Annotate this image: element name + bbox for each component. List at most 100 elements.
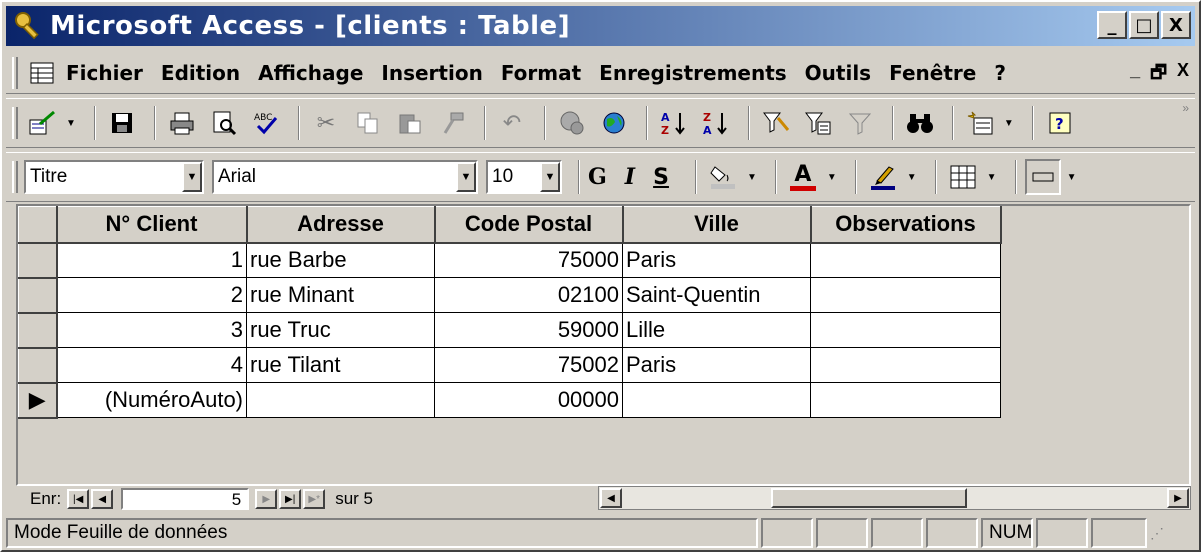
col-header-ville[interactable]: Ville: [622, 206, 812, 244]
help-icon[interactable]: ?: [1042, 105, 1078, 141]
menu-grip[interactable]: [12, 56, 18, 89]
print-preview-icon[interactable]: [206, 105, 242, 141]
table-row[interactable]: 2 rue Minant 02100 Saint-Quentin: [18, 277, 1001, 314]
cell-code-postal[interactable]: 75000: [434, 242, 623, 278]
cell-client[interactable]: 3: [56, 312, 247, 348]
special-effect-icon[interactable]: [1024, 159, 1061, 195]
italic-button[interactable]: I: [625, 164, 635, 190]
cell-code-postal[interactable]: 00000: [434, 382, 623, 418]
chevron-down-icon[interactable]: ▼: [540, 162, 560, 192]
table-doc-icon[interactable]: [24, 55, 60, 91]
datasheet-grid[interactable]: N° Client Adresse Code Postal Ville Obse…: [16, 204, 1191, 486]
gridlines-icon[interactable]: [945, 159, 981, 195]
line-color-icon[interactable]: [865, 159, 901, 195]
sort-descending-icon[interactable]: ZA: [698, 105, 734, 141]
cell-adresse[interactable]: [246, 382, 435, 418]
chevron-down-icon[interactable]: ▼: [1067, 172, 1077, 183]
cut-icon[interactable]: ✂: [308, 105, 344, 141]
cell-code-postal[interactable]: 02100: [434, 277, 623, 313]
chevron-down-icon[interactable]: ▼: [747, 172, 757, 183]
cell-ville[interactable]: [622, 382, 811, 418]
cell-ville[interactable]: Lille: [622, 312, 811, 348]
cell-client[interactable]: 4: [56, 347, 247, 383]
object-select[interactable]: Titre ▼: [24, 160, 204, 194]
fill-color-icon[interactable]: [705, 159, 741, 195]
apply-filter-icon[interactable]: [842, 105, 878, 141]
cell-code-postal[interactable]: 75002: [434, 347, 623, 383]
cell-ville[interactable]: Paris: [622, 242, 811, 278]
print-icon[interactable]: [164, 105, 200, 141]
chevron-down-icon[interactable]: ▼: [987, 172, 997, 183]
col-header-code-postal[interactable]: Code Postal: [434, 206, 624, 244]
chevron-down-icon[interactable]: ▼: [1004, 118, 1014, 129]
menu-format[interactable]: Format: [501, 61, 581, 85]
format-painter-icon[interactable]: [434, 105, 470, 141]
paste-icon[interactable]: [392, 105, 428, 141]
record-number-input[interactable]: 5: [121, 488, 250, 510]
table-row[interactable]: 4 rue Tilant 75002 Paris: [18, 347, 1001, 384]
filter-by-selection-icon[interactable]: [758, 105, 794, 141]
font-color-icon[interactable]: A: [785, 159, 821, 195]
sort-ascending-icon[interactable]: AZ: [656, 105, 692, 141]
bold-button[interactable]: G: [588, 164, 607, 190]
mdi-minimize-button[interactable]: _: [1130, 60, 1140, 90]
insert-hyperlink-icon[interactable]: [554, 105, 590, 141]
select-all-corner[interactable]: [18, 206, 58, 244]
new-record-icon[interactable]: [962, 105, 998, 141]
last-record-button[interactable]: ▶|: [279, 489, 302, 509]
new-record-button[interactable]: ▶*: [303, 489, 326, 509]
underline-button[interactable]: S: [653, 165, 669, 190]
previous-record-button[interactable]: ◀: [91, 489, 114, 509]
scroll-left-arrow-icon[interactable]: ◀: [600, 488, 622, 508]
chevron-down-icon[interactable]: ▼: [66, 118, 76, 129]
font-select[interactable]: Arial ▼: [212, 160, 478, 194]
close-button[interactable]: X: [1161, 11, 1191, 39]
row-selector[interactable]: [18, 277, 58, 314]
next-record-button[interactable]: ▶: [255, 489, 278, 509]
cell-adresse[interactable]: rue Barbe: [246, 242, 435, 278]
toolbar-grip[interactable]: [12, 161, 18, 193]
cell-adresse[interactable]: rue Minant: [246, 277, 435, 313]
cell-observations[interactable]: [810, 242, 1001, 278]
table-row-new[interactable]: ▶ (NuméroAuto) 00000: [18, 382, 1001, 419]
font-size-select[interactable]: 10 ▼: [486, 160, 562, 194]
minimize-button[interactable]: _: [1097, 11, 1127, 39]
filter-by-form-icon[interactable]: [800, 105, 836, 141]
scroll-right-arrow-icon[interactable]: ▶: [1167, 488, 1189, 508]
menu-affichage[interactable]: Affichage: [258, 61, 363, 85]
copy-icon[interactable]: [350, 105, 386, 141]
cell-observations[interactable]: [810, 382, 1001, 418]
cell-client[interactable]: (NuméroAuto): [56, 382, 247, 418]
table-row[interactable]: 1 rue Barbe 75000 Paris: [18, 242, 1001, 279]
resize-grip-icon[interactable]: ⋰: [1150, 525, 1164, 542]
cell-adresse[interactable]: rue Tilant: [246, 347, 435, 383]
scroll-thumb[interactable]: [771, 488, 967, 508]
col-header-observations[interactable]: Observations: [810, 206, 1002, 244]
spelling-icon[interactable]: ABC: [248, 105, 284, 141]
cell-ville[interactable]: Saint-Quentin: [622, 277, 811, 313]
cell-observations[interactable]: [810, 277, 1001, 313]
cell-client[interactable]: 2: [56, 277, 247, 313]
table-row[interactable]: 3 rue Truc 59000 Lille: [18, 312, 1001, 349]
chevron-down-icon[interactable]: ▼: [182, 162, 202, 192]
design-view-icon[interactable]: [24, 105, 60, 141]
cell-client[interactable]: 1: [56, 242, 247, 278]
first-record-button[interactable]: |◀: [67, 489, 90, 509]
menu-edition[interactable]: Edition: [161, 61, 240, 85]
col-header-client[interactable]: N° Client: [56, 206, 248, 244]
mdi-close-button[interactable]: X: [1177, 60, 1189, 90]
save-icon[interactable]: [104, 105, 140, 141]
horizontal-scrollbar[interactable]: ◀ ▶: [598, 486, 1191, 510]
chevron-down-icon[interactable]: ▼: [456, 162, 476, 192]
maximize-button[interactable]: □: [1129, 11, 1159, 39]
title-bar[interactable]: Microsoft Access - [clients : Table] _ □…: [6, 6, 1195, 46]
cell-ville[interactable]: Paris: [622, 347, 811, 383]
menu-fichier[interactable]: Fichier: [66, 61, 143, 85]
cell-code-postal[interactable]: 59000: [434, 312, 623, 348]
cell-observations[interactable]: [810, 312, 1001, 348]
chevron-down-icon[interactable]: ▼: [907, 172, 917, 183]
menu-fenetre[interactable]: Fenêtre: [889, 61, 976, 85]
toolbar-grip[interactable]: [12, 107, 18, 139]
find-binoculars-icon[interactable]: [902, 105, 938, 141]
cell-adresse[interactable]: rue Truc: [246, 312, 435, 348]
